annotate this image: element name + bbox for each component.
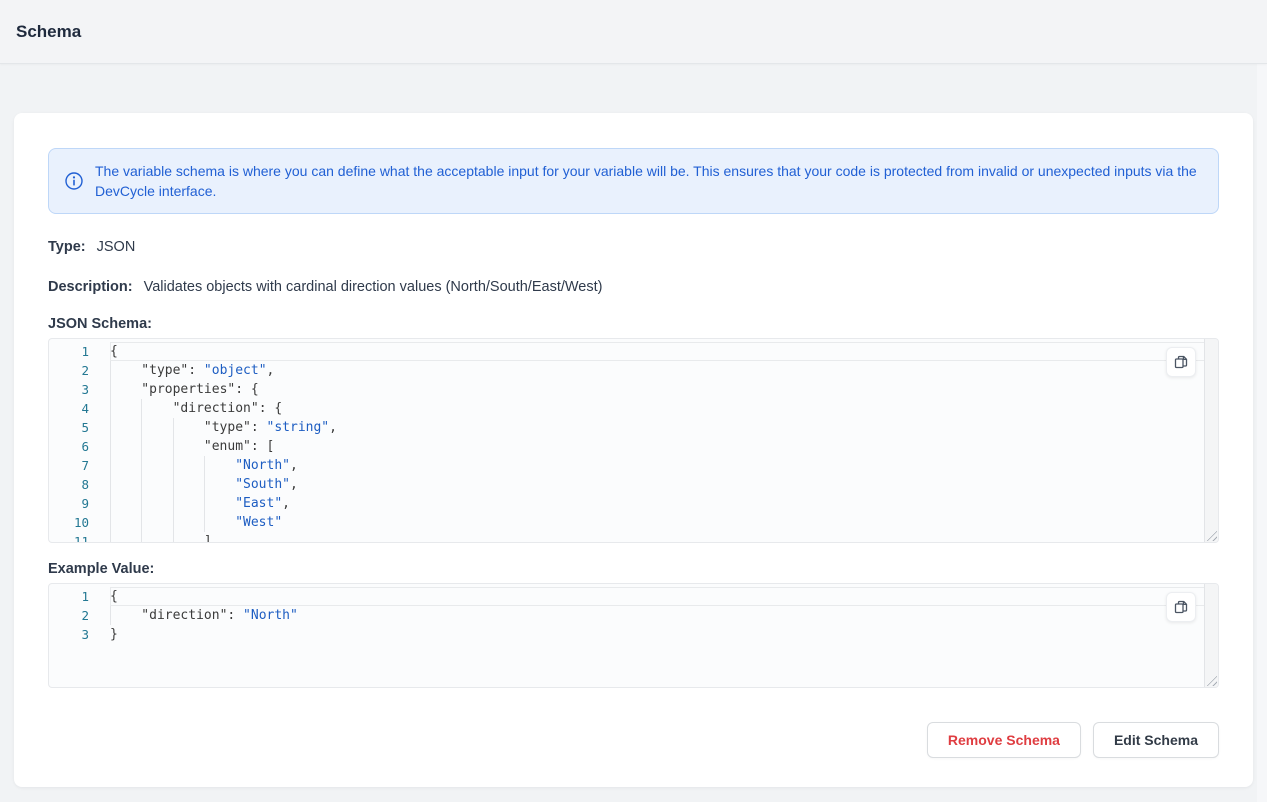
line-number: 1 [49, 587, 110, 606]
json-schema-label-row: JSON Schema: [48, 315, 1219, 333]
type-value: JSON [97, 239, 136, 255]
code-lines[interactable]: 1{2"type": "object",3"properties": {4"di… [49, 339, 1218, 543]
line-number: 3 [49, 380, 110, 399]
copy-icon [1173, 354, 1189, 370]
line-number: 11 [49, 532, 110, 543]
line-number: 2 [49, 361, 110, 380]
remove-schema-button[interactable]: Remove Schema [927, 722, 1081, 758]
code-line[interactable]: 1{ [49, 342, 1218, 361]
code-line[interactable]: 6"enum": [ [49, 437, 1218, 456]
line-number: 5 [49, 418, 110, 437]
example-value-editor[interactable]: 1{2"direction": "North"3} [48, 583, 1219, 688]
line-number: 8 [49, 475, 110, 494]
page-title: Schema [16, 22, 81, 42]
page-header: Schema [0, 0, 1267, 64]
code-line[interactable]: 9"East", [49, 494, 1218, 513]
description-row: Description: Validates objects with card… [48, 278, 1219, 296]
info-alert: The variable schema is where you can def… [48, 148, 1219, 214]
code-line[interactable]: 2"type": "object", [49, 361, 1218, 380]
code-lines[interactable]: 1{2"direction": "North"3} [49, 584, 1218, 644]
json-schema-editor[interactable]: 1{2"type": "object",3"properties": {4"di… [48, 338, 1219, 543]
line-number: 4 [49, 399, 110, 418]
type-label: Type: [48, 239, 86, 255]
info-alert-text: The variable schema is where you can def… [95, 161, 1202, 201]
description-value: Validates objects with cardinal directio… [144, 279, 603, 295]
code-line[interactable]: 10"West" [49, 513, 1218, 532]
page-content: The variable schema is where you can def… [0, 64, 1267, 787]
line-number: 2 [49, 606, 110, 625]
code-line[interactable]: 4"direction": { [49, 399, 1218, 418]
copy-icon [1173, 599, 1189, 615]
copy-button[interactable] [1166, 347, 1196, 377]
line-number: 6 [49, 437, 110, 456]
line-number: 1 [49, 342, 110, 361]
line-number: 3 [49, 625, 110, 644]
code-line[interactable]: 7"North", [49, 456, 1218, 475]
editor-scrollbar[interactable] [1204, 584, 1218, 687]
code-line[interactable]: 1{ [49, 587, 1218, 606]
json-schema-label: JSON Schema: [48, 316, 152, 332]
code-line[interactable]: 5"type": "string", [49, 418, 1218, 437]
code-line[interactable]: 3"properties": { [49, 380, 1218, 399]
code-line[interactable]: 11] [49, 532, 1218, 543]
info-icon [65, 172, 83, 190]
line-number: 9 [49, 494, 110, 513]
type-row: Type: JSON [48, 238, 1219, 256]
page-scrollbar-gutter [1257, 0, 1267, 802]
line-number: 7 [49, 456, 110, 475]
example-value-label: Example Value: [48, 561, 154, 577]
description-label: Description: [48, 279, 133, 295]
code-line[interactable]: 3} [49, 625, 1218, 644]
code-line[interactable]: 2"direction": "North" [49, 606, 1218, 625]
schema-card: The variable schema is where you can def… [14, 113, 1253, 787]
line-number: 10 [49, 513, 110, 532]
example-value-label-row: Example Value: [48, 560, 1219, 578]
code-line[interactable]: 8"South", [49, 475, 1218, 494]
copy-button[interactable] [1166, 592, 1196, 622]
editor-scrollbar[interactable] [1204, 339, 1218, 542]
action-buttons-row: Remove Schema Edit Schema [48, 722, 1219, 758]
edit-schema-button[interactable]: Edit Schema [1093, 722, 1219, 758]
